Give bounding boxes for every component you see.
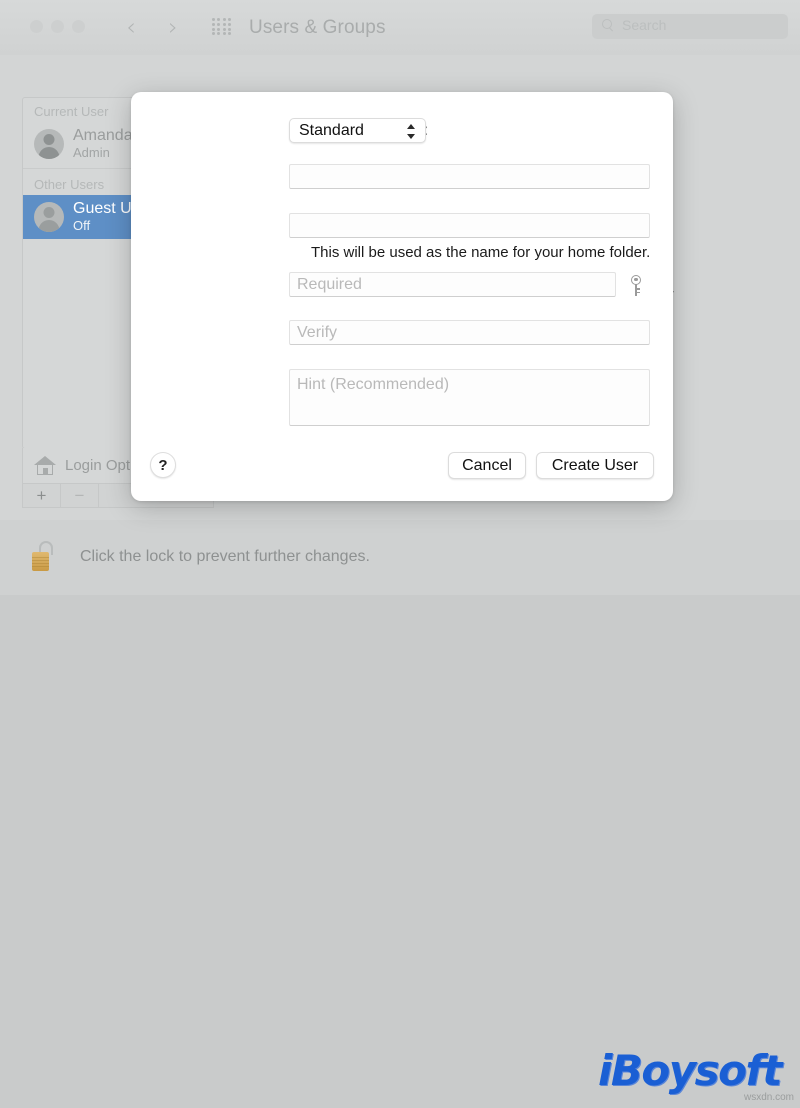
account-name-input[interactable]	[289, 213, 650, 238]
screen: ‹ › Users & Groups Search Current User A…	[0, 0, 800, 1103]
watermark: iBoysoft wsxdn.com	[598, 1048, 794, 1108]
new-account-sheet: New Account: Standard Full Name: Account…	[131, 92, 673, 501]
page-title: Users & Groups	[249, 17, 386, 38]
lock-row[interactable]: Click the lock to prevent further change…	[30, 540, 370, 574]
user-role: Admin	[73, 145, 110, 160]
new-account-type-value: Standard	[299, 121, 364, 139]
remove-user-button[interactable]: −	[61, 484, 99, 507]
user-name: Amanda	[73, 127, 133, 144]
zoom-button[interactable]	[72, 20, 85, 33]
window-titlebar: ‹ › Users & Groups Search	[0, 0, 800, 56]
verify-placeholder: Verify	[297, 323, 338, 341]
window-controls	[30, 20, 85, 33]
password-input[interactable]: Required	[289, 272, 616, 297]
password-hint-input[interactable]: Hint (Recommended)	[289, 369, 650, 426]
verify-input[interactable]: Verify	[289, 320, 650, 345]
lock-message: Click the lock to prevent further change…	[80, 548, 370, 565]
help-button[interactable]: ?	[150, 452, 176, 478]
close-button[interactable]	[30, 20, 43, 33]
minimize-button[interactable]	[51, 20, 64, 33]
forward-button[interactable]: ›	[160, 13, 186, 41]
search-placeholder: Search	[622, 17, 667, 33]
show-all-grid-icon[interactable]	[212, 18, 232, 36]
unlocked-padlock-icon[interactable]	[30, 540, 64, 574]
watermark-logo: iBoysoft	[598, 1046, 782, 1095]
full-name-input[interactable]	[289, 164, 650, 189]
search-field[interactable]: Search	[592, 14, 788, 39]
avatar	[34, 128, 64, 159]
avatar	[34, 201, 64, 232]
home-icon	[34, 455, 56, 476]
key-icon[interactable]	[628, 275, 644, 297]
search-icon	[602, 19, 615, 32]
chevron-up-down-icon	[407, 123, 416, 140]
password-hint-placeholder: Hint (Recommended)	[297, 376, 450, 393]
window-bottom-bar: Click the lock to prevent further change…	[0, 520, 800, 1103]
new-account-type-popup[interactable]: Standard	[289, 118, 426, 143]
create-user-button[interactable]: Create User	[536, 452, 654, 479]
cancel-button[interactable]: Cancel	[448, 452, 526, 479]
back-button[interactable]: ‹	[118, 13, 144, 41]
password-placeholder: Required	[297, 275, 362, 293]
add-user-button[interactable]: +	[23, 484, 61, 507]
account-name-help-text: This will be used as the name for your h…	[311, 244, 651, 261]
